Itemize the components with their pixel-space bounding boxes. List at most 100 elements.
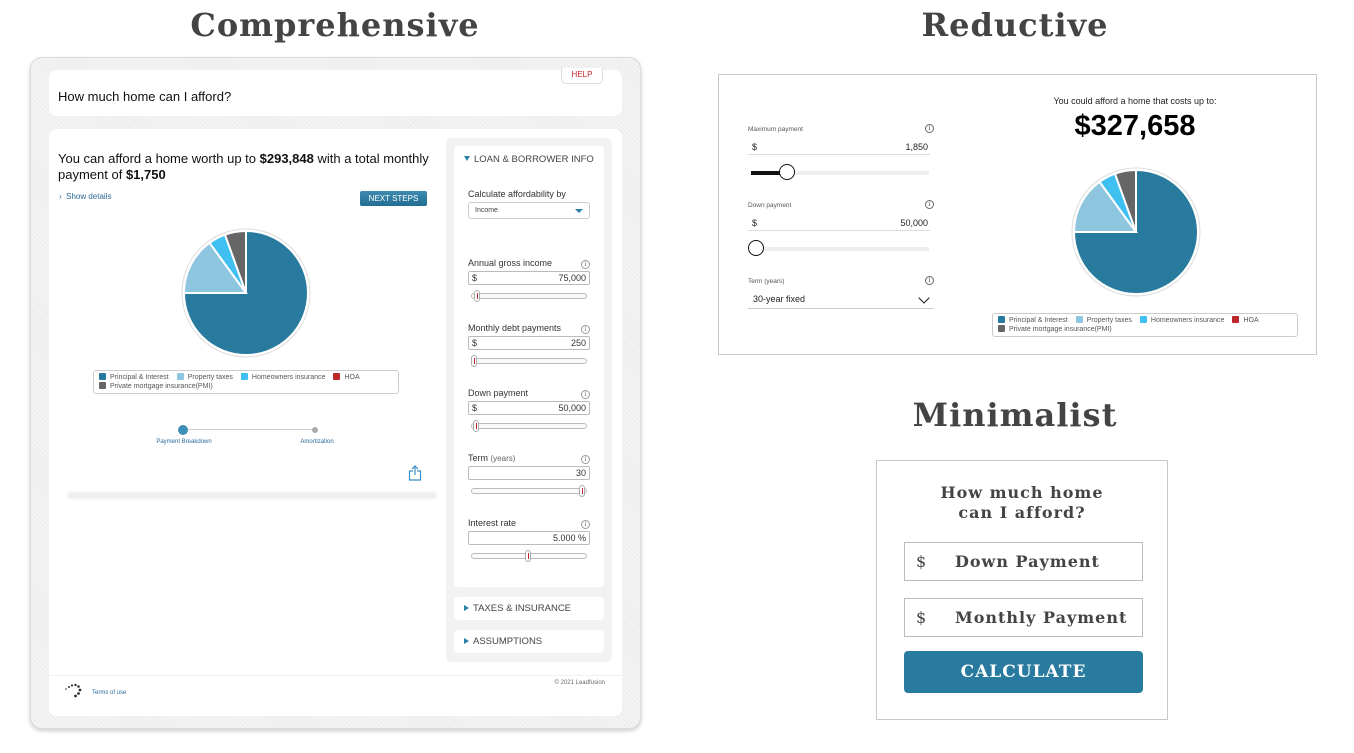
field-input[interactable]: $50,000 [468,401,590,415]
term-label: Term (years) [748,278,785,285]
down-payment-field[interactable]: $ Down Payment [904,542,1143,581]
legend-label: Homeowners insurance [251,374,326,381]
legend-item-hoa: HOA [1232,316,1259,325]
legend-swatch [1139,316,1147,323]
term-value: 30-year fixed [753,294,806,304]
slider-knob[interactable] [748,240,765,256]
pie-legend: Principal & Interest Property taxes Homeow… [992,313,1298,337]
dropdown-caret-icon [575,209,583,213]
legend-swatch [333,373,341,380]
field-input[interactable]: 30 [468,466,590,480]
comprehensive-question: How much home can I afford? [58,89,232,104]
legend-item-principal: Principal & Interest [998,316,1068,325]
info-icon[interactable]: i [581,325,590,334]
step-amortization-label[interactable]: Amortization [287,439,347,445]
currency-symbol: $ [916,608,927,627]
max-payment-slider[interactable] [751,164,929,180]
expand-triangle-icon [464,638,469,644]
comprehensive-header: How much home can I afford? HELP [49,68,622,116]
max-payment-value: 1,850 [905,142,928,152]
legend-swatch [99,373,106,380]
currency-symbol: $ [752,218,758,228]
down-payment-slider[interactable] [748,240,929,256]
field-slider[interactable] [471,290,587,302]
step-payment-breakdown-label[interactable]: Payment Breakdown [149,439,219,445]
info-icon[interactable]: i [581,390,590,399]
calc-by-value: Income [475,207,498,214]
info-icon[interactable]: i [925,276,934,285]
slider-thumb[interactable] [525,550,531,562]
legend-item-homeowners: Homeowners insurance [240,373,326,382]
reductive-amount: $327,658 [1074,110,1196,142]
calc-by-label: Calculate affordability by [468,189,566,199]
currency-symbol: $ [472,403,478,413]
comprehensive-main: You can afford a home worth up to $293,8… [49,129,622,716]
info-icon[interactable]: i [925,124,934,133]
currency-symbol: $ [472,273,478,283]
field-label: Interest rate [468,518,516,528]
field-label-text: Term [468,453,488,463]
field-slider[interactable] [471,550,587,562]
currency-symbol: $ [472,338,478,348]
pie-reductive-wrap [1070,166,1202,303]
title-comprehensive: Comprehensive [190,6,480,44]
afford-prefix: You can afford a home worth up to [58,151,260,166]
field-value: 250 [570,338,586,348]
info-icon[interactable]: i [581,455,590,464]
assumptions-section[interactable]: ASSUMPTIONS [454,630,604,653]
field-label: Annual gross income [468,258,552,268]
slider-thumb[interactable] [473,420,480,432]
legend-label: Principal & Interest [1009,317,1068,324]
legend-label: Property taxes [1086,317,1132,324]
show-details-link[interactable]: › Show details [59,192,111,201]
calc-by-select[interactable]: Income [468,202,590,219]
minimalist-question: How much home can I afford? [877,483,1167,523]
legend-swatch [998,325,1005,332]
step-payment-breakdown-dot[interactable] [178,425,188,435]
stepper-line [183,429,315,430]
field-slider[interactable] [471,420,587,432]
slider-thumb[interactable] [579,485,585,497]
help-button[interactable]: HELP [561,68,603,84]
terms-of-use-link[interactable]: Terms of use [92,690,126,696]
down-payment-input[interactable]: $ 50,000 [748,217,930,231]
field-input[interactable]: $250 [468,336,590,350]
pie-legend: Principal & Interest Property taxes Homeow… [93,370,399,394]
max-payment-label: Maximum payment [748,126,803,133]
legend-item-hoa: HOA [333,373,360,382]
max-payment-input[interactable]: $ 1,850 [748,141,930,155]
inputs-panel: LOAN & BORROWER INFO Calculate affordabi… [446,138,612,662]
step-amortization-dot[interactable] [312,427,318,433]
info-icon[interactable]: i [581,260,590,269]
currency-symbol: $ [752,142,758,152]
share-icon[interactable] [408,465,422,481]
field-slider[interactable] [471,485,587,497]
pie-comprehensive-wrap [180,227,312,364]
term-select[interactable]: 30-year fixed [748,291,934,309]
chevron-down-icon [918,292,930,304]
slider-knob[interactable] [778,164,795,180]
next-steps-button[interactable]: NEXT STEPS [360,191,427,206]
legend-swatch [99,382,106,389]
taxes-insurance-label: TAXES & INSURANCE [473,603,572,614]
legend-item-pmi: Private mortgage insurance(PMI) [998,325,1112,334]
slider-thumb[interactable] [471,355,477,367]
legend-item-taxes: Property taxes [176,373,233,382]
field-input[interactable]: 5.000 % [468,531,590,545]
loan-borrower-header[interactable]: LOAN & BORROWER INFO [464,154,594,165]
reductive-calculator: Maximum payment i $ 1,850 Down payment i… [718,74,1317,355]
minimalist-calculator: How much home can I afford? $ Down Payme… [876,460,1168,720]
field-input[interactable]: $75,000 [468,271,590,285]
monthly-payment-field[interactable]: $ Monthly Payment [904,598,1143,637]
title-minimalist: Minimalist [912,396,1118,434]
slider-thumb[interactable] [474,290,481,302]
field-label: Down payment [468,388,528,398]
taxes-insurance-section[interactable]: TAXES & INSURANCE [454,597,604,620]
calculate-button[interactable]: CALCULATE [904,651,1143,693]
collapse-triangle-icon [464,156,470,161]
view-stepper: Payment Breakdown Amortization [156,425,334,449]
legend-label: Private mortgage insurance(PMI) [110,383,213,390]
field-slider[interactable] [471,355,587,367]
info-icon[interactable]: i [925,200,934,209]
info-icon[interactable]: i [581,520,590,529]
